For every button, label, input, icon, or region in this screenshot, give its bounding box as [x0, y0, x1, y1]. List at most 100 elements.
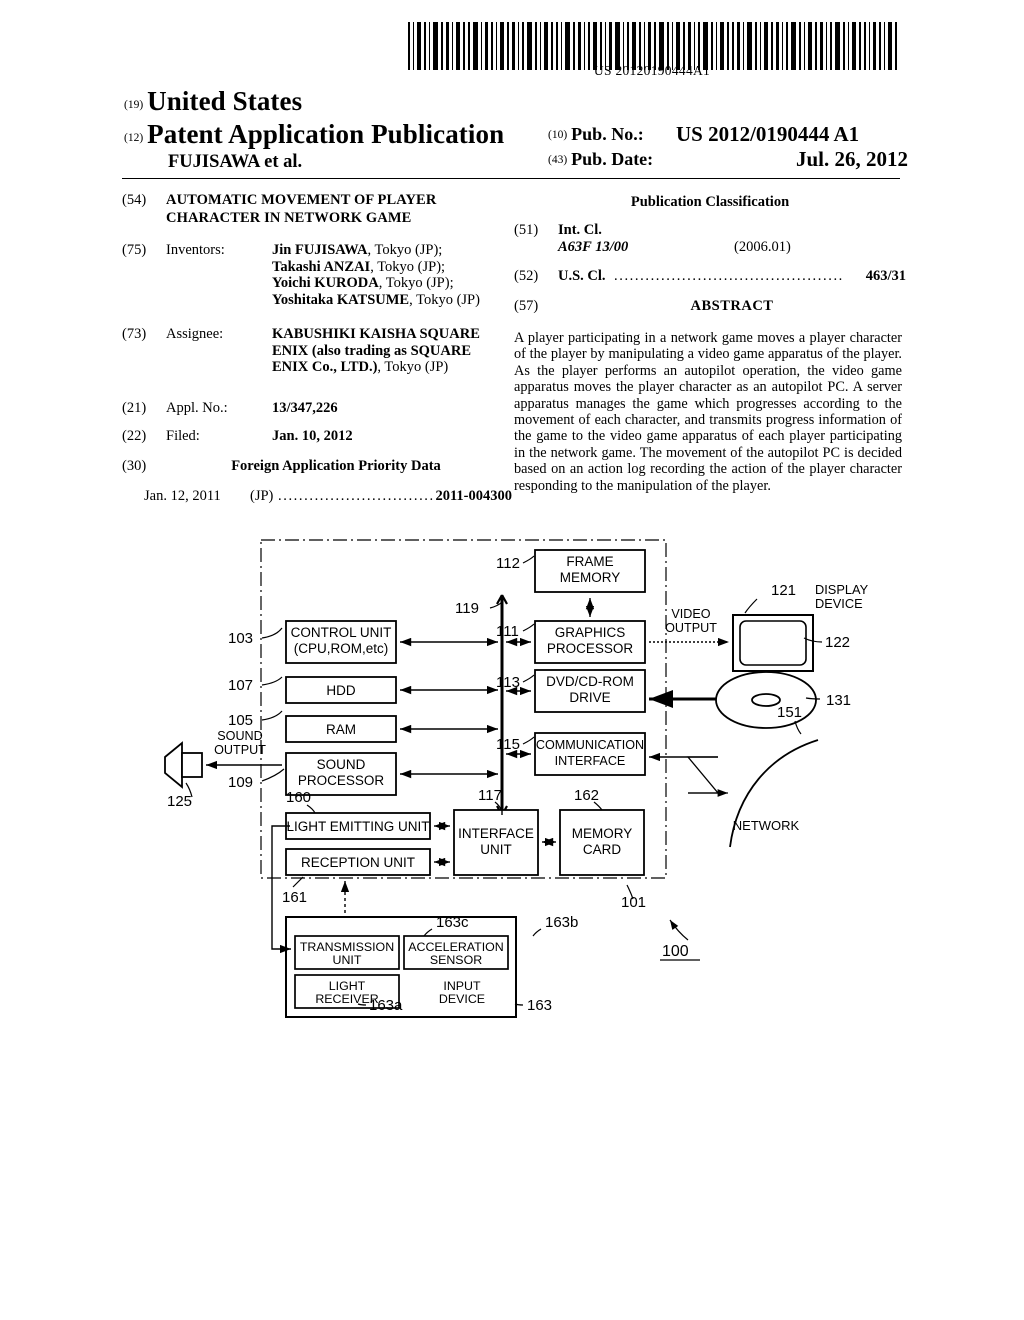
- label-sound-processor-2: PROCESSOR: [298, 773, 385, 788]
- field-int-cl: (51) Int. Cl. A63F 13/00 (2006.01): [514, 222, 906, 256]
- field-code-73: (73): [122, 326, 147, 342]
- field-assignee: (73) Assignee: KABUSHIKI KAISHA SQUARE E…: [122, 326, 480, 376]
- abstract-text: A player participating in a network game…: [514, 330, 902, 494]
- int-cl-class: A63F 13/00: [558, 239, 629, 255]
- inventor-item: Yoichi KURODA, Tokyo (JP);: [272, 275, 454, 291]
- foreign-priority-number: 2011-004300: [435, 488, 512, 504]
- label-graphics-processor: GRAPHICS: [555, 625, 626, 640]
- country-name: United States: [147, 86, 303, 116]
- leader-107: [261, 676, 283, 686]
- publication-classification-header: Publication Classification: [630, 194, 790, 210]
- ref-163: 163: [527, 997, 552, 1014]
- ref-115: 115: [496, 736, 520, 753]
- us-cl-value: 463/31: [865, 268, 906, 284]
- leader-115: [522, 736, 535, 745]
- label-ram: RAM: [326, 722, 356, 737]
- us-cl-label: U.S. Cl.: [558, 268, 606, 284]
- country-line: (19) United States: [124, 86, 302, 117]
- inventor-item: Yoshitaka KATSUME, Tokyo (JP): [272, 291, 480, 308]
- leader-119: [489, 601, 503, 609]
- int-cl-year: (2006.01): [734, 239, 791, 255]
- inventor-item: Takashi ANZAI, Tokyo (JP);: [272, 258, 446, 275]
- leader-163b: [532, 928, 542, 937]
- label-display-device-2: DEVICE: [815, 596, 863, 611]
- inventors-label: Inventors:: [166, 242, 225, 258]
- appl-no-value: 13/347,226: [272, 400, 338, 416]
- foreign-priority-country: (JP): [250, 488, 274, 504]
- ref-163a: 163a: [369, 997, 403, 1014]
- ref-112: 112: [496, 555, 520, 572]
- assignee-line-2: ENIX (also trading as SQUARE: [272, 342, 471, 359]
- code-12: (12): [124, 132, 144, 144]
- label-input-device-2: DEVICE: [439, 992, 485, 1006]
- title-line-2: CHARACTER IN NETWORK GAME: [166, 209, 412, 226]
- label-interface-unit-2: UNIT: [480, 842, 512, 857]
- field-code-52: (52): [514, 268, 539, 284]
- label-light-receiver: LIGHT: [329, 979, 366, 993]
- field-foreign-priority: (30) Foreign Application Priority Data: [122, 458, 506, 475]
- leader-151: [794, 720, 802, 735]
- ref-111: 111: [496, 623, 519, 640]
- label-light-emitting-unit: LIGHT EMITTING UNIT: [286, 819, 429, 834]
- label-transmission-unit: TRANSMISSION: [300, 940, 394, 954]
- doc-type: Patent Application Publication: [147, 119, 505, 149]
- label-network: NETWORK: [733, 818, 800, 833]
- ref-121: 121: [771, 582, 796, 599]
- ref-113: 113: [496, 674, 520, 691]
- filed-label: Filed:: [166, 428, 200, 444]
- leader-103: [261, 627, 283, 639]
- field-code-57: (57): [514, 298, 539, 314]
- figure-block-diagram: FRAME MEMORY CONTROL UNIT (CPU,ROM,etc) …: [0, 525, 1024, 1035]
- label-input-device: INPUT: [443, 979, 481, 993]
- label-display-device: DISPLAY: [815, 582, 869, 597]
- code-19: (19): [124, 99, 144, 111]
- label-video-output-2: OUTPUT: [665, 621, 717, 635]
- foreign-priority-header: Foreign Application Priority Data: [231, 458, 441, 474]
- applicant-name: FUJISAWA et al.: [168, 152, 303, 172]
- field-code-51: (51): [514, 222, 539, 238]
- ref-105: 105: [228, 712, 253, 729]
- title-line-1: AUTOMATIC MOVEMENT OF PLAYER: [166, 192, 437, 208]
- leader-121: [744, 598, 758, 614]
- inventor-item: Jin FUJISAWA, Tokyo (JP);: [272, 242, 443, 258]
- ref-100: 100: [662, 943, 689, 960]
- label-dvd-drive-2: DRIVE: [569, 690, 610, 705]
- field-code-21: (21): [122, 400, 147, 416]
- assignee-label: Assignee:: [166, 326, 224, 342]
- ref-107: 107: [228, 677, 253, 694]
- bibliographic-data: (54) AUTOMATIC MOVEMENT OF PLAYER CHARAC…: [0, 192, 1024, 522]
- field-code-30: (30): [122, 458, 147, 474]
- abstract-header: ABSTRACT: [690, 298, 774, 314]
- field-title: (54) AUTOMATIC MOVEMENT OF PLAYER CHARAC…: [122, 192, 436, 227]
- leader-112: [522, 555, 535, 564]
- leader-113: [522, 674, 535, 683]
- code-43: (43): [548, 154, 568, 166]
- network-link-zigzag: [686, 756, 720, 794]
- label-memory-card: MEMORY: [572, 826, 633, 841]
- barcode-number: US 20120190444A1: [593, 63, 711, 78]
- leader-160: [306, 804, 316, 814]
- label-sound-processor: SOUND: [317, 757, 366, 772]
- speaker-icon: [164, 741, 203, 789]
- label-reception-unit: RECEPTION UNIT: [301, 855, 415, 870]
- ref-109: 109: [228, 774, 253, 791]
- ref-103: 103: [228, 630, 253, 647]
- ref-151: 151: [777, 704, 802, 721]
- leader-dots: ........................................…: [614, 268, 844, 284]
- leader-109: [261, 768, 285, 782]
- optical-disc-hole: [751, 693, 781, 707]
- doc-type-line: (12) Patent Application Publication: [124, 119, 504, 150]
- field-code-75: (75): [122, 242, 147, 258]
- label-acceleration-sensor-2: SENSOR: [430, 953, 482, 967]
- label-hdd: HDD: [326, 683, 355, 698]
- ref-122: 122: [825, 634, 850, 651]
- ref-163b: 163b: [545, 914, 578, 931]
- foreign-priority-date: Jan. 12, 2011: [144, 488, 221, 504]
- label-sound-output: SOUND: [217, 729, 262, 743]
- pub-no-row: (10) Pub. No.: US 2012/0190444 A1: [548, 122, 908, 146]
- pub-date-label: Pub. Date:: [571, 149, 654, 169]
- field-filed: (22) Filed: Jan. 10, 2012: [122, 428, 353, 445]
- ref-101: 101: [621, 894, 646, 911]
- label-control-unit: CONTROL UNIT: [291, 625, 392, 640]
- label-graphics-processor-2: PROCESSOR: [547, 641, 634, 656]
